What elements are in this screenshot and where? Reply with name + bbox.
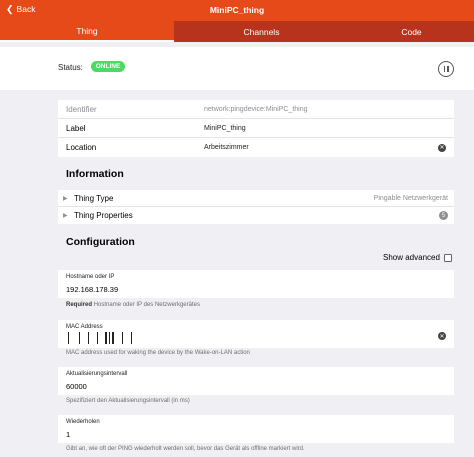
top-bar: ❮ Back MiniPC_thing xyxy=(0,0,474,21)
configuration-title: Configuration xyxy=(66,236,135,248)
thing-properties-row[interactable]: ▶ Thing Properties 5 xyxy=(58,207,454,224)
location-row[interactable]: Location Arbeitszimmer ✕ xyxy=(58,138,454,157)
triangle-right-icon: ▶ xyxy=(63,195,68,202)
label-value[interactable]: MiniPC_thing xyxy=(204,125,246,132)
interval-label: Aktualisierungsintervall xyxy=(66,371,128,377)
information-title: Information xyxy=(66,168,124,180)
thing-properties-list: Identifier network:pingdevice:MiniPC_thi… xyxy=(58,100,454,157)
status-card: Status: xyxy=(0,47,474,90)
retry-hint: Gibt an, wie oft der PING wiederholt wer… xyxy=(66,446,305,452)
interval-hint: Spezifiziert den Aktualisierungsinterval… xyxy=(66,398,190,404)
label-label: Label xyxy=(66,123,86,133)
status-badge: ONLINE xyxy=(91,61,125,72)
show-advanced-label: Show advanced xyxy=(383,253,440,262)
identifier-label: Identifier xyxy=(66,104,97,114)
hostname-field[interactable]: Hostname oder IP 192.168.178.39 xyxy=(58,270,454,298)
tab-code[interactable]: Code xyxy=(349,21,474,42)
page-title: MiniPC_thing xyxy=(209,5,265,15)
location-value[interactable]: Arbeitszimmer xyxy=(204,144,249,151)
retry-label: Wiederholen xyxy=(66,419,100,425)
hostname-hint-text: Hostname oder IP des Netzwerkgerätes xyxy=(93,302,200,308)
properties-count-badge: 5 xyxy=(439,211,448,220)
show-advanced-toggle[interactable]: Show advanced xyxy=(383,253,452,262)
information-list: ▶ Thing Type Pingable Netzwerkgerät ▶ Th… xyxy=(58,190,454,224)
thing-properties-label: Thing Properties xyxy=(74,211,133,220)
retry-input[interactable]: 1 xyxy=(66,430,70,439)
tab-thing[interactable]: Thing xyxy=(0,21,174,42)
mac-address-hint: MAC address used for waking the device b… xyxy=(66,350,250,356)
mac-address-input[interactable] xyxy=(68,332,132,344)
thing-type-label: Thing Type xyxy=(74,193,114,203)
mac-address-label: MAC Address xyxy=(66,324,103,330)
hostname-label: Hostname oder IP xyxy=(66,274,115,280)
location-label: Location xyxy=(66,143,97,152)
interval-input[interactable]: 60000 xyxy=(66,382,87,391)
interval-field[interactable]: Aktualisierungsintervall 60000 xyxy=(58,367,454,395)
triangle-right-icon: ▶ xyxy=(63,213,68,219)
thing-type-value: Pingable Netzwerkgerät xyxy=(373,194,448,202)
identifier-value: network:pingdevice:MiniPC_thing xyxy=(204,105,308,113)
show-advanced-checkbox[interactable] xyxy=(443,253,452,262)
retry-field[interactable]: Wiederholen 1 xyxy=(58,415,454,443)
status-label: Status: xyxy=(58,63,83,72)
identifier-row: Identifier network:pingdevice:MiniPC_thi… xyxy=(58,100,454,119)
thing-type-row[interactable]: ▶ Thing Type Pingable Netzwerkgerät xyxy=(58,190,454,207)
tab-bar: Thing Channels Code xyxy=(0,21,474,42)
pause-icon xyxy=(443,66,445,72)
clear-icon[interactable]: ✕ xyxy=(438,332,446,340)
hostname-hint: Required Hostname oder IP des Netzwerkge… xyxy=(66,302,200,308)
required-label: Required xyxy=(66,302,93,308)
clear-icon[interactable]: ✕ xyxy=(438,143,446,152)
mac-address-field[interactable]: MAC Address ✕ xyxy=(58,320,454,348)
hostname-input[interactable]: 192.168.178.39 xyxy=(66,285,118,294)
pause-button[interactable] xyxy=(438,61,454,77)
label-row[interactable]: Label MiniPC_thing xyxy=(58,119,454,138)
tab-channels[interactable]: Channels xyxy=(174,21,349,42)
